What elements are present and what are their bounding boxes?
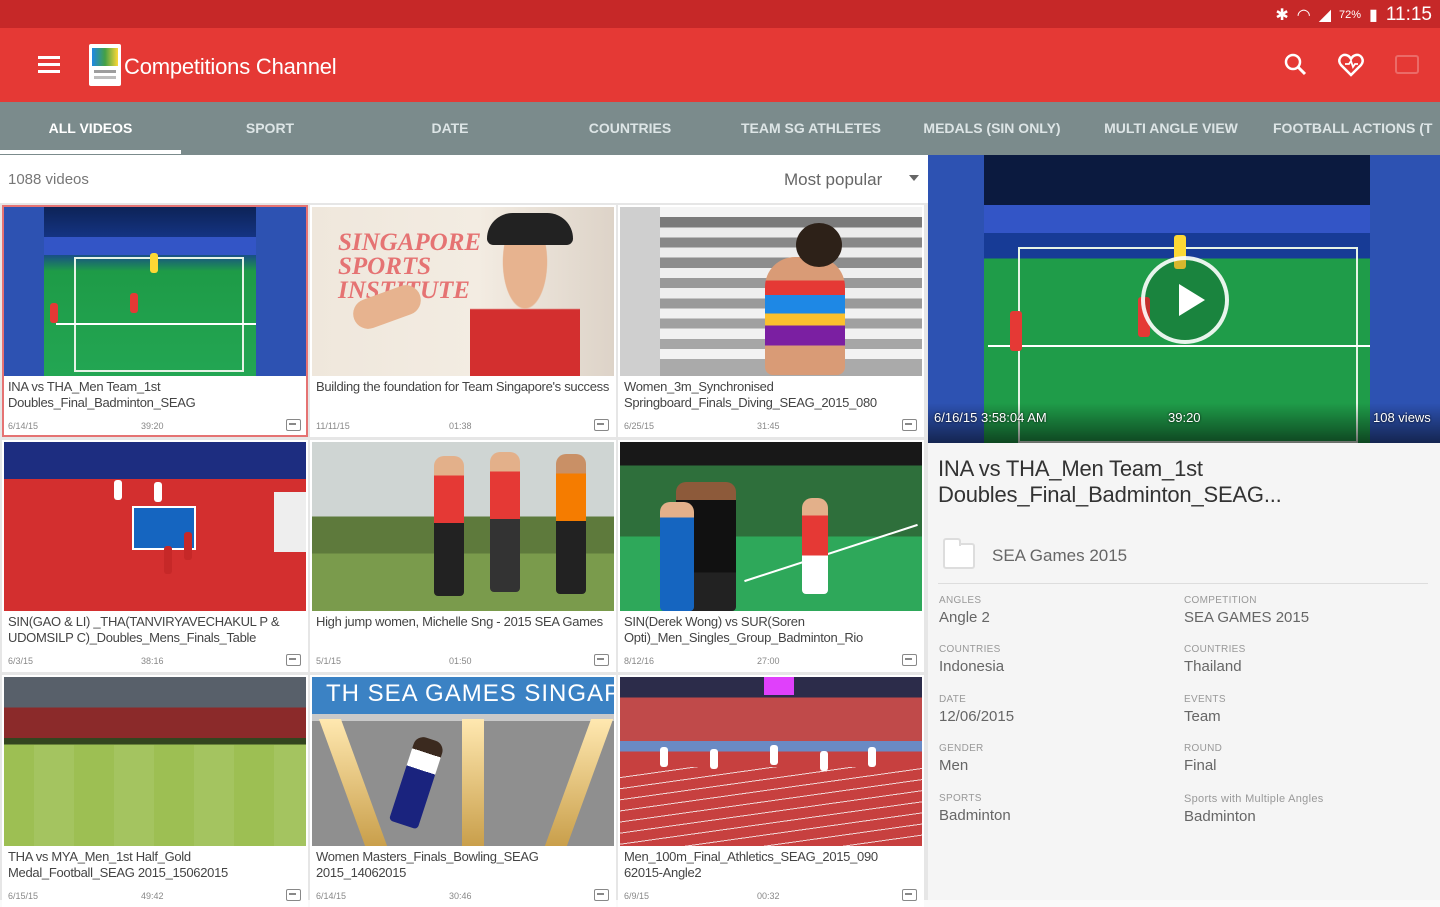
video-thumbnail — [620, 677, 922, 846]
video-title: Men_100m_Final_Athletics_SEAG_2015_090 6… — [624, 849, 878, 880]
competition-name[interactable]: SEA Games 2015 — [992, 546, 1127, 566]
video-card[interactable]: TH SEA GAMES SINGAP Women Masters_Finals… — [310, 675, 616, 907]
bluetooth-icon: ✱ — [1275, 7, 1289, 24]
app-title: Competitions Channel — [124, 54, 337, 79]
video-duration: 01:38 — [449, 421, 472, 431]
signal-icon: ◢ — [1318, 7, 1332, 24]
app-logo — [89, 44, 121, 86]
list-header: 1088 videos Most popular — [0, 155, 928, 203]
video-title: THA vs MYA_Men_1st Half_Gold Medal_Footb… — [8, 849, 228, 880]
tab-countries[interactable]: COUNTRIES — [541, 102, 719, 155]
category-tabs: ALL VIDEOS SPORT DATE COUNTRIES TEAM SG … — [0, 102, 1440, 155]
video-title: Women_3m_Synchronised Springboard_Finals… — [624, 379, 877, 410]
battery-icon: ▮ — [1369, 7, 1378, 24]
cast-icon[interactable] — [1392, 50, 1422, 80]
video-card[interactable]: INA vs THA_Men Team_1st Doubles_Final_Ba… — [2, 205, 308, 437]
caption-icon[interactable] — [286, 889, 301, 901]
caption-icon[interactable] — [902, 419, 917, 431]
video-title: Building the foundation for Team Singapo… — [316, 379, 610, 394]
tab-date[interactable]: DATE — [359, 102, 541, 155]
video-thumbnail — [620, 207, 922, 376]
tab-football-actions[interactable]: FOOTBALL ACTIONS (T — [1273, 102, 1440, 155]
video-card[interactable]: SIN(Derek Wong) vs SUR(Soren Opti)_Men_S… — [618, 440, 924, 672]
field-countries-2: COUNTRIES Thailand — [1184, 644, 1246, 675]
battery-level: 72% — [1339, 9, 1362, 21]
video-thumbnail — [4, 207, 306, 376]
video-duration: 27:00 — [757, 656, 780, 666]
field-events: EVENTS Team — [1184, 694, 1226, 725]
video-date: 5/1/15 — [316, 656, 342, 666]
video-card[interactable]: High jump women, Michelle Sng - 2015 SEA… — [310, 440, 616, 672]
tab-multi-angle-view[interactable]: MULTI ANGLE VIEW — [1081, 102, 1261, 155]
active-tab-indicator — [0, 150, 181, 154]
video-duration: 01:50 — [449, 656, 472, 666]
video-date: 6/25/15 — [624, 421, 655, 431]
video-title: SIN(Derek Wong) vs SUR(Soren Opti)_Men_S… — [624, 614, 863, 645]
tab-all-videos[interactable]: ALL VIDEOS — [0, 102, 181, 155]
caption-icon[interactable] — [286, 419, 301, 431]
video-card[interactable]: Men_100m_Final_Athletics_SEAG_2015_090 6… — [618, 675, 924, 907]
caption-icon[interactable] — [902, 654, 917, 666]
video-grid: INA vs THA_Men Team_1st Doubles_Final_Ba… — [0, 203, 928, 907]
video-date: 6/3/15 — [8, 656, 34, 666]
field-competition: COMPETITION SEA GAMES 2015 — [1184, 595, 1310, 626]
field-multiple-angles: Sports with Multiple Angles Badminton — [1184, 793, 1324, 825]
folder-icon — [943, 538, 975, 569]
field-sports: SPORTS Badminton — [939, 793, 1011, 824]
wifi-icon: ◠ — [1296, 7, 1311, 24]
menu-icon[interactable] — [38, 56, 60, 74]
video-title: High jump women, Michelle Sng - 2015 SEA… — [316, 614, 603, 629]
video-card[interactable]: SINGAPORESPORTSINSTITUTE Building the fo… — [310, 205, 616, 437]
status-bar: ✱ ◠ ◢ 72% ▮ 11:15 — [0, 0, 1440, 28]
divider — [938, 583, 1428, 584]
preview-datetime: 6/16/15 3:58:04 AM — [934, 410, 1047, 425]
video-duration: 31:45 — [757, 421, 780, 431]
tab-medals[interactable]: MEDALS (SIN ONLY) — [903, 102, 1081, 155]
search-icon[interactable] — [1281, 50, 1311, 80]
caption-icon[interactable] — [286, 654, 301, 666]
field-date: DATE 12/06/2015 — [939, 694, 1015, 725]
favorites-icon[interactable] — [1336, 50, 1366, 80]
video-date: 6/14/15 — [8, 421, 39, 431]
preview-duration: 39:20 — [1168, 410, 1201, 425]
sort-dropdown[interactable]: Most popular — [784, 170, 882, 190]
tab-sport[interactable]: SPORT — [181, 102, 359, 155]
video-duration: 39:20 — [141, 421, 164, 431]
video-duration: 38:16 — [141, 656, 164, 666]
video-card[interactable]: SIN(GAO & LI) _THA(TANVIRYAVECHAKUL P & … — [2, 440, 308, 672]
video-count: 1088 videos — [8, 171, 89, 188]
field-angles: ANGLES Angle 2 — [939, 595, 990, 626]
app-bar: Competitions Channel — [0, 28, 1440, 102]
play-icon[interactable] — [1141, 256, 1229, 344]
video-card[interactable]: Women_3m_Synchronised Springboard_Finals… — [618, 205, 924, 437]
field-countries-1: COUNTRIES Indonesia — [939, 644, 1005, 675]
field-round: ROUND Final — [1184, 743, 1223, 774]
video-thumbnail — [4, 677, 306, 846]
field-gender: GENDER Men — [939, 743, 984, 774]
caption-icon[interactable] — [594, 889, 609, 901]
preview-views: 108 views — [1373, 410, 1431, 425]
video-thumbnail: SINGAPORESPORTSINSTITUTE — [312, 207, 614, 376]
details-title: INA vs THA_Men Team_1st Doubles_Final_Ba… — [938, 456, 1282, 507]
clock: 11:15 — [1385, 4, 1432, 25]
caption-icon[interactable] — [594, 419, 609, 431]
video-title: INA vs THA_Men Team_1st Doubles_Final_Ba… — [8, 379, 196, 410]
sea-games-banner: TH SEA GAMES SINGAP — [326, 680, 614, 707]
caption-icon[interactable] — [902, 889, 917, 901]
video-date: 8/12/16 — [624, 656, 655, 666]
caption-icon[interactable] — [594, 654, 609, 666]
chevron-down-icon[interactable] — [909, 175, 919, 181]
video-thumbnail: TH SEA GAMES SINGAP — [312, 677, 614, 846]
video-title: SIN(GAO & LI) _THA(TANVIRYAVECHAKUL P & … — [8, 614, 280, 645]
video-thumbnail — [620, 442, 922, 611]
video-thumbnail — [4, 442, 306, 611]
tab-team-sg-athletes[interactable]: TEAM SG ATHLETES — [719, 102, 903, 155]
video-thumbnail — [312, 442, 614, 611]
video-date: 11/11/15 — [316, 421, 350, 431]
video-card[interactable]: THA vs MYA_Men_1st Half_Gold Medal_Footb… — [2, 675, 308, 907]
video-title: Women Masters_Finals_Bowling_SEAG 2015_1… — [316, 849, 539, 880]
